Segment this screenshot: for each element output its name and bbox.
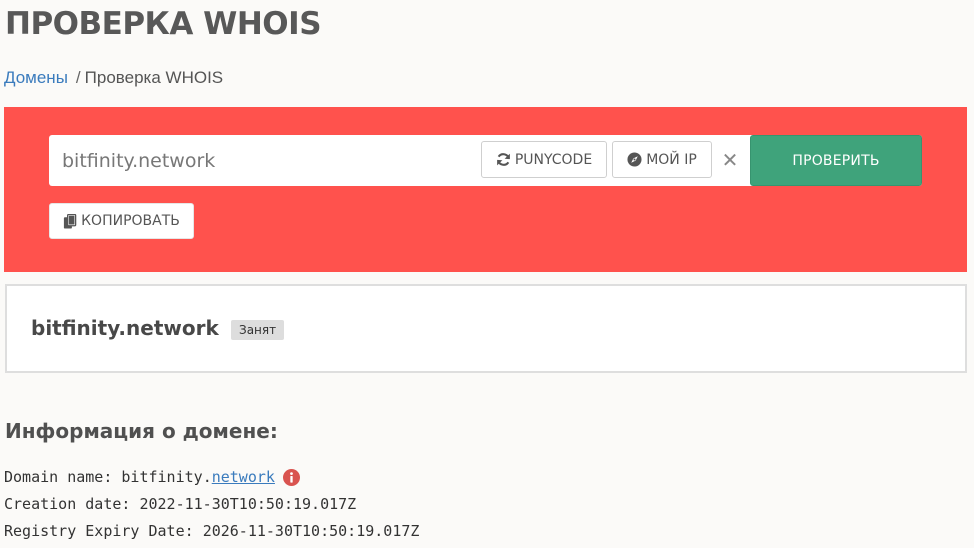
domain-input[interactable] [49, 135, 479, 186]
whois-key: Domain name: [4, 468, 113, 486]
whois-value: 2022-11-30T10:50:19.017Z [139, 495, 357, 513]
breadcrumb-link-domains[interactable]: Домены [4, 68, 68, 87]
copy-icon [64, 213, 77, 229]
punycode-label: PUNYCODE [514, 151, 593, 168]
search-panel: PUNYCODE МОЙ IP ✕ ПРОВЕРИТЬ КОП [4, 107, 967, 272]
compass-icon [627, 152, 642, 167]
punycode-button[interactable]: PUNYCODE [481, 141, 607, 178]
breadcrumb-current: Проверка WHOIS [84, 68, 224, 87]
check-button[interactable]: ПРОВЕРИТЬ [750, 135, 922, 186]
my-ip-button[interactable]: МОЙ IP [612, 141, 712, 178]
refresh-icon [496, 153, 510, 166]
whois-line-expiry-date: Registry Expiry Date: 2026-11-30T10:50:1… [4, 518, 419, 545]
whois-key: Creation date: [4, 495, 131, 513]
copy-button[interactable]: КОПИРОВАТЬ [49, 203, 194, 239]
whois-output: Domain name: bitfinity. network Creation … [4, 464, 419, 545]
whois-line-domain-name: Domain name: bitfinity. network [4, 464, 419, 491]
clear-button[interactable]: ✕ [715, 141, 745, 178]
copy-label: КОПИРОВАТЬ [81, 213, 180, 229]
domain-info-heading: Информация о домене: [5, 419, 278, 443]
whois-value: 2026-11-30T10:50:19.017Z [202, 522, 420, 540]
page: ПРОВЕРКА WHOIS Домены /Проверка WHOIS PUN… [0, 0, 974, 548]
breadcrumb: Домены / Проверка WHOIS [4, 68, 223, 88]
close-icon: ✕ [721, 147, 739, 172]
my-ip-label: МОЙ IP [646, 151, 697, 168]
breadcrumb-separator: / [75, 68, 81, 87]
page-title: ПРОВЕРКА WHOIS [5, 6, 322, 42]
whois-line-creation-date: Creation date: 2022-11-30T10:50:19.017Z [4, 491, 419, 518]
search-box: PUNYCODE МОЙ IP ✕ ПРОВЕРИТЬ [49, 135, 922, 186]
result-domain: bitfinity.network [31, 316, 219, 340]
result-box: bitfinity.network Занят [5, 284, 967, 373]
status-badge: Занят [231, 320, 285, 340]
whois-domain-dot: . [202, 468, 212, 486]
info-icon[interactable] [282, 469, 300, 486]
whois-tld-link[interactable]: network [212, 464, 275, 491]
whois-key: Registry Expiry Date: [4, 522, 194, 540]
whois-domain-name: bitfinity [121, 468, 203, 486]
